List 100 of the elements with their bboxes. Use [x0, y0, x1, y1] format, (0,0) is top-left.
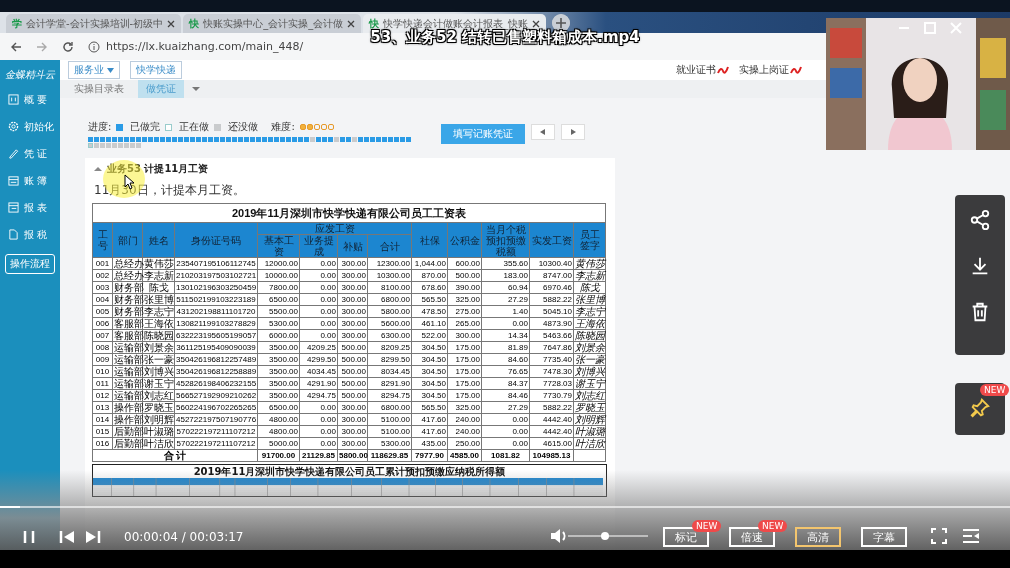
progress-square[interactable]	[292, 137, 297, 142]
progress-square[interactable]	[154, 137, 159, 142]
previous-button[interactable]	[531, 124, 555, 140]
progress-square[interactable]	[88, 143, 93, 148]
certificate-link[interactable]: 就业证书	[676, 63, 716, 77]
progress-square[interactable]	[124, 137, 129, 142]
next-button[interactable]	[561, 124, 585, 140]
progress-square[interactable]	[286, 137, 291, 142]
previous-button[interactable]	[58, 528, 76, 546]
progress-square[interactable]	[196, 137, 201, 142]
progress-square[interactable]	[160, 137, 165, 142]
progress-square[interactable]	[88, 137, 93, 142]
process-button[interactable]: 操作流程	[5, 254, 55, 274]
address-field[interactable]: https://lx.kuaizhang.com/main_448/	[106, 40, 304, 53]
progress-square[interactable]	[298, 137, 303, 142]
progress-square[interactable]	[220, 137, 225, 142]
progress-square[interactable]	[244, 137, 249, 142]
progress-square[interactable]	[130, 143, 135, 148]
progress-square[interactable]	[112, 137, 117, 142]
progress-square[interactable]	[394, 137, 399, 142]
progress-square[interactable]	[106, 137, 111, 142]
progress-square[interactable]	[370, 137, 375, 142]
progress-square[interactable]	[214, 137, 219, 142]
progress-square[interactable]	[172, 137, 177, 142]
progress-square[interactable]	[316, 137, 321, 142]
browser-tab[interactable]: 快 快账实操中心_会计实操_会计做	[183, 14, 362, 33]
page-tab[interactable]: 实操目录表	[66, 80, 132, 98]
progress-square[interactable]	[340, 137, 345, 142]
progress-square[interactable]	[250, 137, 255, 142]
progress-square[interactable]	[334, 137, 339, 142]
progress-square[interactable]	[118, 143, 123, 148]
progress-square[interactable]	[94, 137, 99, 142]
progress-square[interactable]	[142, 137, 147, 142]
sidebar-item[interactable]: 初始化	[4, 113, 56, 140]
reload-icon[interactable]	[62, 40, 74, 53]
playlist-icon[interactable]	[962, 528, 980, 544]
progress-square[interactable]	[226, 137, 231, 142]
signature-cell: 刘志红	[573, 389, 606, 402]
back-icon[interactable]	[10, 40, 22, 53]
progress-square[interactable]	[100, 143, 105, 148]
progress-square[interactable]	[136, 143, 141, 148]
sidebar-item[interactable]: 概 要	[4, 86, 56, 113]
progress-square[interactable]	[406, 137, 411, 142]
company-button[interactable]: 快学快递	[130, 61, 183, 79]
progress-square[interactable]	[382, 137, 387, 142]
progress-square[interactable]	[136, 137, 141, 142]
progress-square[interactable]	[352, 137, 357, 142]
pin-icon[interactable]	[969, 397, 991, 419]
sidebar-item[interactable]: 报 表	[4, 194, 56, 221]
sidebar-item[interactable]: 报 税	[4, 221, 56, 248]
progress-square[interactable]	[256, 137, 261, 142]
progress-square[interactable]	[310, 137, 315, 142]
industry-dropdown[interactable]: 服务业	[68, 61, 121, 79]
browser-tab[interactable]: 学 会计学堂-会计实操培训-初级中	[6, 14, 182, 33]
next-button[interactable]	[84, 528, 102, 546]
fill-voucher-button[interactable]: 填写记账凭证	[441, 124, 525, 144]
close-icon[interactable]	[167, 19, 176, 28]
close-icon[interactable]	[532, 19, 541, 28]
progress-square[interactable]	[400, 137, 405, 142]
progress-square[interactable]	[346, 137, 351, 142]
progress-square[interactable]	[202, 137, 207, 142]
signature-cell: 刘明辉	[573, 413, 606, 426]
sidebar-item[interactable]: 凭 证	[4, 140, 56, 167]
progress-square[interactable]	[184, 137, 189, 142]
forward-icon[interactable]	[36, 40, 48, 53]
progress-square[interactable]	[112, 143, 117, 148]
progress-square[interactable]	[124, 143, 129, 148]
progress-square[interactable]	[94, 143, 99, 148]
progress-square[interactable]	[106, 143, 111, 148]
progress-square[interactable]	[130, 137, 135, 142]
progress-square[interactable]	[148, 137, 153, 142]
share-icon[interactable]	[969, 209, 991, 231]
progress-square[interactable]	[304, 137, 309, 142]
progress-square[interactable]	[190, 137, 195, 142]
progress-square[interactable]	[280, 137, 285, 142]
progress-square[interactable]	[232, 137, 237, 142]
fullscreen-icon[interactable]	[931, 528, 947, 544]
progress-square[interactable]	[100, 137, 105, 142]
progress-square[interactable]	[262, 137, 267, 142]
progress-square[interactable]	[364, 137, 369, 142]
progress-square[interactable]	[118, 137, 123, 142]
progress-square[interactable]	[328, 137, 333, 142]
progress-square[interactable]	[388, 137, 393, 142]
volume-icon[interactable]	[550, 528, 568, 544]
table-cell: 240.00	[447, 413, 482, 426]
player-option-button[interactable]: 高清	[795, 527, 841, 547]
progress-square[interactable]	[376, 137, 381, 142]
progress-square[interactable]	[178, 137, 183, 142]
close-icon[interactable]	[347, 19, 356, 28]
sidebar-item[interactable]: 账 簿	[4, 167, 56, 194]
player-option-button[interactable]: 字幕	[861, 527, 907, 547]
certificate-link[interactable]: 实操上岗证	[739, 63, 789, 77]
progress-square[interactable]	[268, 137, 273, 142]
progress-square[interactable]	[238, 137, 243, 142]
progress-square[interactable]	[322, 137, 327, 142]
progress-square[interactable]	[166, 137, 171, 142]
progress-square[interactable]	[274, 137, 279, 142]
progress-square[interactable]	[208, 137, 213, 142]
page-tab[interactable]: 做凭证	[138, 80, 184, 98]
progress-square[interactable]	[358, 137, 363, 142]
